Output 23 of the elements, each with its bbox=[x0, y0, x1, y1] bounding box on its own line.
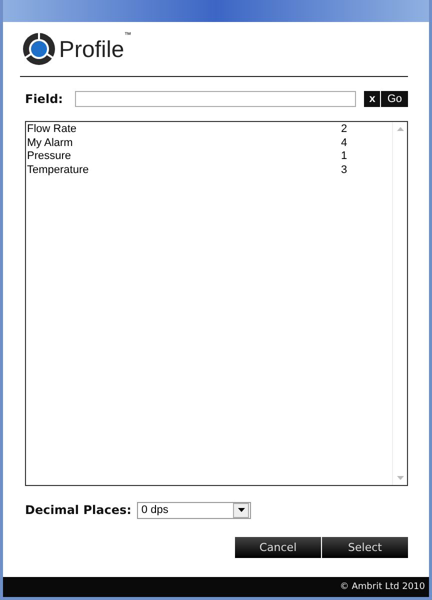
cancel-button[interactable]: Cancel bbox=[235, 537, 321, 558]
go-button[interactable]: Go bbox=[381, 91, 408, 107]
decimal-places-dropdown[interactable]: 0 dps bbox=[137, 502, 252, 518]
dropdown-arrow-icon[interactable] bbox=[238, 508, 245, 512]
clear-button[interactable]: x bbox=[364, 91, 380, 107]
item-count: 4 bbox=[341, 136, 348, 150]
field-input[interactable] bbox=[75, 91, 356, 107]
logo-icon bbox=[22, 32, 56, 66]
field-label: Field: bbox=[25, 92, 64, 106]
list-item[interactable]: My Alarm bbox=[26, 136, 341, 150]
decimal-places-label: Decimal Places: bbox=[25, 503, 132, 517]
list-item[interactable]: Flow Rate bbox=[26, 123, 341, 136]
list-item[interactable]: Temperature bbox=[26, 164, 341, 177]
list-item[interactable]: Pressure bbox=[26, 150, 341, 164]
item-count: 2 bbox=[341, 123, 348, 136]
copyright-text: © Ambrit Ltd 2010 bbox=[340, 582, 425, 592]
scroll-down-icon[interactable] bbox=[396, 476, 404, 480]
logo-text: Profile bbox=[59, 36, 124, 62]
item-count: 1 bbox=[341, 150, 348, 164]
item-count: 3 bbox=[341, 164, 348, 177]
select-button[interactable]: Select bbox=[322, 537, 408, 558]
scrollbar[interactable] bbox=[392, 122, 407, 485]
scroll-up-icon[interactable] bbox=[396, 127, 404, 131]
